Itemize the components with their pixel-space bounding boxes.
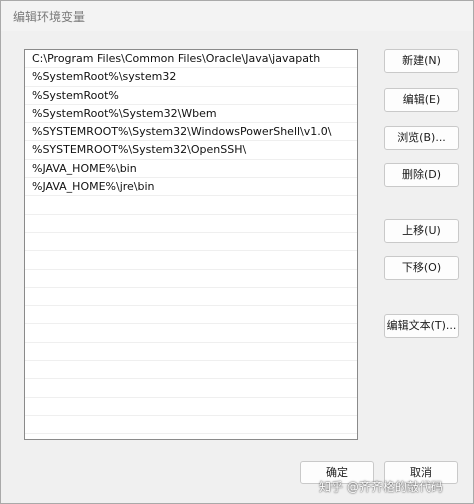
empty-row[interactable]: [25, 379, 357, 398]
path-entry[interactable]: %JAVA_HOME%\bin: [25, 160, 357, 179]
delete-button[interactable]: 删除(D): [384, 163, 459, 187]
empty-row[interactable]: [25, 324, 357, 343]
watermark: 知乎 @齐齐格的敲代码: [319, 480, 443, 494]
empty-row[interactable]: [25, 361, 357, 380]
empty-row[interactable]: [25, 233, 357, 252]
path-entry[interactable]: %JAVA_HOME%\jre\bin: [25, 178, 357, 197]
path-entry[interactable]: %SYSTEMROOT%\System32\OpenSSH\: [25, 141, 357, 160]
empty-row[interactable]: [25, 288, 357, 307]
move-down-button[interactable]: 下移(O): [384, 256, 459, 280]
empty-row[interactable]: [25, 270, 357, 288]
empty-row[interactable]: [25, 196, 357, 215]
path-entries-list[interactable]: C:\Program Files\Common Files\Oracle\Jav…: [24, 49, 358, 440]
move-up-button[interactable]: 上移(U): [384, 219, 459, 243]
dialog-title: 编辑环境变量: [13, 10, 86, 24]
path-entry[interactable]: %SYSTEMROOT%\System32\WindowsPowerShell\…: [25, 123, 357, 142]
empty-row[interactable]: [25, 306, 357, 325]
path-entry[interactable]: %SystemRoot%\system32: [25, 68, 357, 87]
empty-row[interactable]: [25, 416, 357, 435]
browse-button[interactable]: 浏览(B)...: [384, 126, 459, 150]
empty-row[interactable]: [25, 398, 357, 416]
empty-row[interactable]: [25, 343, 357, 362]
edit-button[interactable]: 编辑(E): [384, 88, 459, 112]
path-entry[interactable]: %SystemRoot%\System32\Wbem: [25, 105, 357, 124]
new-button[interactable]: 新建(N): [384, 49, 459, 73]
edit-environment-variable-dialog: 编辑环境变量 C:\Program Files\Common Files\Ora…: [0, 0, 474, 504]
empty-row[interactable]: [25, 251, 357, 270]
title-bar[interactable]: 编辑环境变量: [1, 1, 473, 31]
path-entry[interactable]: C:\Program Files\Common Files\Oracle\Jav…: [25, 50, 357, 69]
path-entry[interactable]: %SystemRoot%: [25, 87, 357, 105]
empty-row[interactable]: [25, 215, 357, 233]
edit-text-button[interactable]: 编辑文本(T)...: [384, 314, 459, 338]
